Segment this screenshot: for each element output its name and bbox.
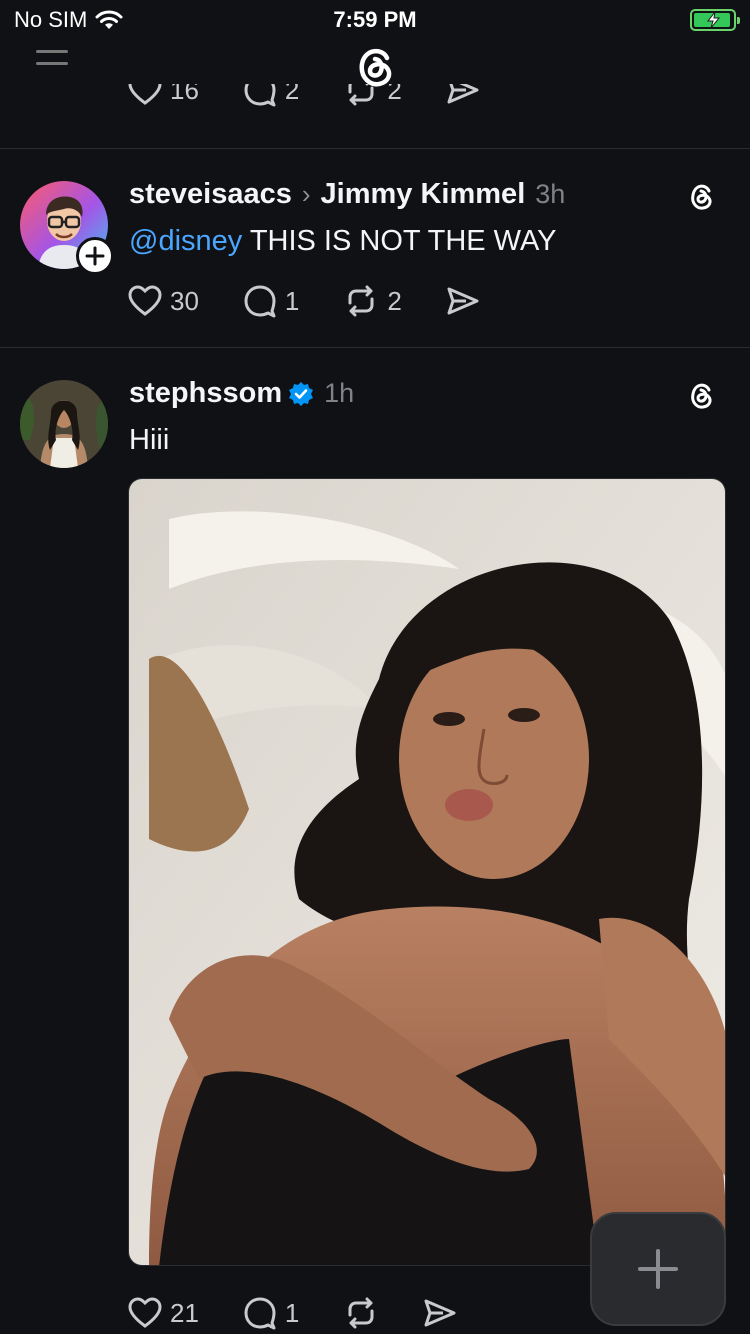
mention-link[interactable]: @disney — [129, 225, 242, 257]
charging-bolt-icon — [706, 11, 721, 29]
avatar-photo — [20, 380, 108, 468]
repost-count: 2 — [387, 285, 402, 316]
reply-button[interactable]: 1 — [243, 284, 299, 318]
reply-count: 1 — [284, 1297, 300, 1328]
reply-button[interactable]: 2 — [243, 84, 299, 107]
post-time: 1h — [324, 378, 355, 408]
threads-icon[interactable] — [684, 378, 718, 412]
share-button[interactable] — [446, 286, 480, 316]
repost-button[interactable]: 2 — [343, 84, 402, 106]
share-button[interactable] — [446, 84, 480, 105]
post-image[interactable] — [128, 478, 726, 1266]
username[interactable]: stephssom — [129, 377, 282, 410]
reply-count: 2 — [284, 84, 300, 105]
repost-button[interactable]: 2 — [343, 285, 402, 317]
plus-icon — [638, 1249, 678, 1289]
post-actions: 21 1 — [128, 1293, 501, 1333]
verified-badge-icon — [289, 381, 314, 406]
post-text: Hiii — [129, 424, 170, 456]
heart-icon — [128, 84, 162, 105]
reply-count: 1 — [284, 285, 300, 316]
post-header: steveisaacs › Jimmy Kimmel 3h — [129, 178, 565, 211]
heart-icon — [128, 285, 162, 316]
username[interactable]: steveisaacs — [129, 178, 292, 211]
battery-icon — [690, 9, 740, 31]
repost-icon — [348, 1297, 374, 1329]
repost-icon — [348, 84, 374, 106]
like-count: 16 — [170, 84, 199, 105]
status-bar: No SIM 7:59 PM — [0, 0, 750, 40]
menu-icon-line — [36, 62, 68, 65]
post-actions: 30 1 2 — [128, 281, 524, 321]
repost-count: 2 — [387, 84, 402, 105]
heart-icon — [128, 1297, 162, 1328]
comment-icon — [244, 285, 276, 318]
post-header: stephssom 1h — [129, 377, 354, 410]
avatar[interactable] — [20, 380, 108, 468]
menu-icon-line — [36, 50, 68, 53]
compose-button[interactable] — [590, 1212, 726, 1326]
share-icon — [424, 1299, 456, 1327]
post-time: 3h — [535, 179, 566, 209]
repost-button[interactable] — [343, 1297, 379, 1329]
like-count: 30 — [170, 285, 199, 316]
plus-icon — [85, 246, 105, 266]
previous-post-actions: 16 2 2 — [128, 84, 528, 114]
share-button[interactable] — [423, 1298, 457, 1328]
post-body: THIS IS NOT THE WAY — [242, 225, 557, 257]
like-button[interactable]: 21 — [128, 1297, 199, 1329]
reply-to-username[interactable]: Jimmy Kimmel — [321, 178, 526, 211]
threads-feed-screen: { "status_bar": { "carrier": "No SIM", "… — [0, 0, 750, 1334]
like-count: 21 — [170, 1297, 199, 1328]
like-button[interactable]: 16 — [128, 84, 199, 106]
follow-button[interactable] — [76, 237, 114, 275]
reply-button[interactable]: 1 — [243, 1296, 299, 1330]
menu-button[interactable] — [36, 50, 68, 78]
clock: 7:59 PM — [333, 7, 417, 32]
like-button[interactable]: 30 — [128, 285, 199, 317]
share-icon — [447, 287, 479, 315]
post-text: @disney THIS IS NOT THE WAY — [129, 225, 557, 258]
threads-icon[interactable] — [684, 179, 718, 213]
post-steveisaacs[interactable]: steveisaacs › Jimmy Kimmel 3h @disney TH… — [0, 148, 750, 348]
comment-icon — [244, 84, 276, 107]
repost-icon — [348, 285, 374, 317]
chevron-right-icon: › — [301, 179, 311, 209]
share-icon — [447, 84, 479, 104]
comment-icon — [244, 1297, 276, 1330]
selfie-photo — [129, 479, 725, 1265]
